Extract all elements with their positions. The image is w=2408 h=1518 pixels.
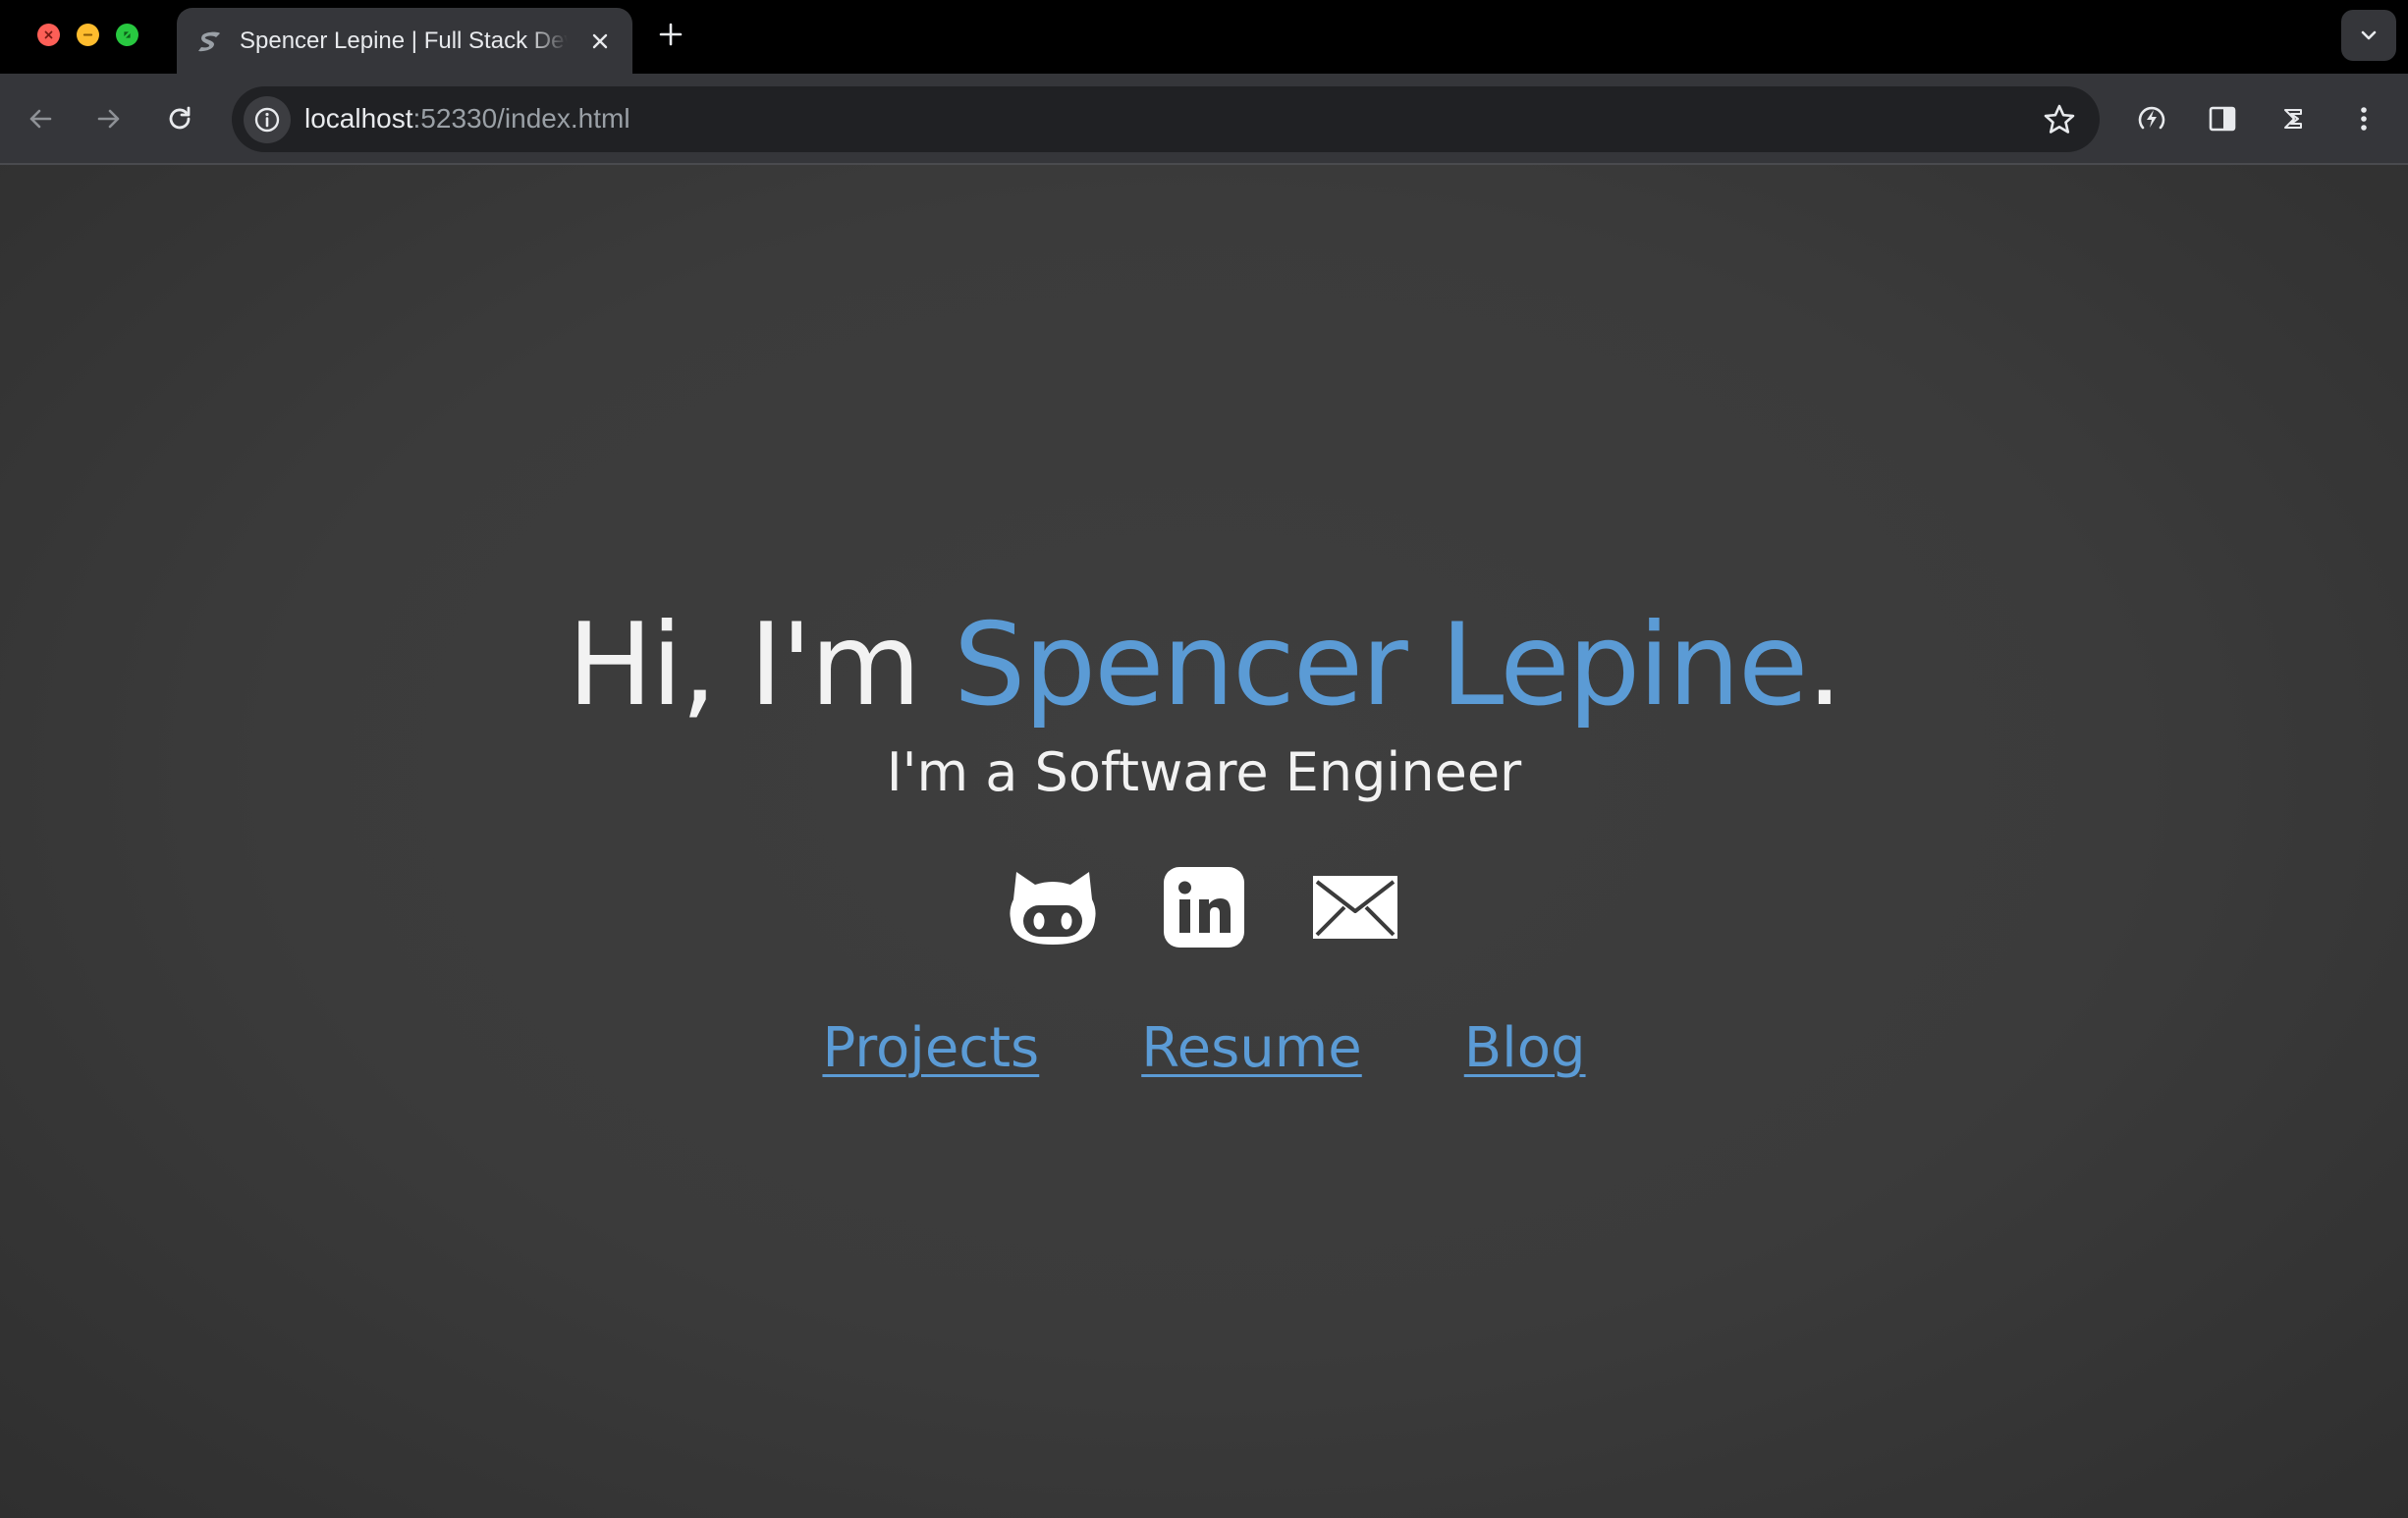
spencer-logo-icon (198, 31, 220, 52)
headline-period: . (1806, 599, 1842, 732)
projects-link[interactable]: Projects (822, 1013, 1039, 1084)
performance-icon (2138, 106, 2165, 130)
headline-greeting: Hi, I'm (567, 599, 954, 732)
github-icon (1010, 872, 1096, 945)
url-host: localhost (304, 103, 413, 134)
reload-icon (169, 106, 191, 130)
window-minimize-button[interactable] (77, 24, 99, 46)
window-close-button[interactable] (37, 24, 60, 46)
info-icon (254, 107, 280, 133)
side-panel-button[interactable] (2200, 96, 2245, 141)
back-button[interactable] (18, 96, 63, 141)
page-title: Hi, I'm Spencer Lepine. (0, 597, 2408, 734)
email-link[interactable] (1311, 866, 1399, 949)
page-viewport: Hi, I'm Spencer Lepine. I'm a Software E… (0, 165, 2408, 1518)
forward-button[interactable] (86, 96, 132, 141)
tab-strip: Spencer Lepine | Full Stack Developer (0, 0, 2408, 74)
tab-active[interactable]: Spencer Lepine | Full Stack Developer (177, 8, 632, 74)
window-maximize-button[interactable] (116, 24, 138, 46)
more-menu-icon (2361, 107, 2367, 131)
subtitle: I'm a Software Engineer (886, 741, 1522, 803)
email-icon (1313, 876, 1397, 939)
linkedin-link[interactable] (1160, 866, 1248, 949)
star-icon[interactable] (2041, 101, 2078, 138)
extension-icon (2284, 109, 2302, 129)
more-menu-button[interactable] (2341, 96, 2386, 141)
social-links (0, 866, 2408, 949)
github-link[interactable] (1009, 866, 1097, 949)
hero-section: Hi, I'm Spencer Lepine. I'm a Software E… (0, 597, 2408, 1084)
reload-button[interactable] (157, 96, 202, 141)
tab-close-icon[interactable] (587, 28, 613, 54)
chevron-down-icon (2361, 30, 2377, 40)
close-icon (44, 30, 53, 39)
nav-links: Projects Resume Blog (0, 1013, 2408, 1084)
new-tab-icon[interactable] (656, 20, 685, 49)
tab-title: Spencer Lepine | Full Stack Developer (240, 27, 568, 54)
address-bar[interactable]: localhost:52330/index.html (232, 86, 2100, 152)
minimize-icon (82, 33, 93, 36)
resume-link[interactable]: Resume (1141, 1013, 1362, 1084)
browser-window: Spencer Lepine | Full Stack Developer (0, 0, 2408, 1518)
browser-toolbar: localhost:52330/index.html (0, 74, 2408, 165)
performance-button[interactable] (2129, 96, 2174, 141)
maximize-icon (124, 31, 131, 38)
linkedin-icon (1164, 867, 1244, 948)
headline-name: Spencer Lepine (953, 599, 1809, 732)
forward-icon (97, 109, 120, 129)
extension-button[interactable] (2271, 96, 2316, 141)
back-icon (29, 109, 52, 129)
tab-search-button[interactable] (2341, 10, 2396, 61)
url-path: :52330/index.html (412, 103, 630, 134)
side-panel-icon (2209, 106, 2236, 132)
url-text[interactable]: localhost:52330/index.html (304, 99, 630, 138)
site-info-button[interactable] (244, 96, 291, 143)
blog-link[interactable]: Blog (1464, 1013, 1586, 1084)
